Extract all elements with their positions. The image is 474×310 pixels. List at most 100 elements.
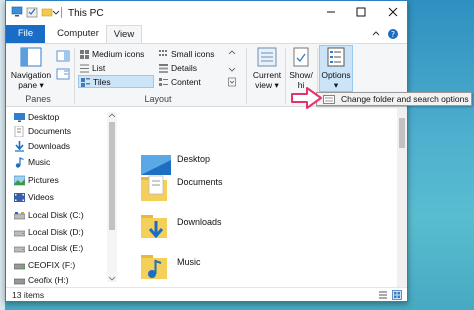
nav-item-label: Documents [28, 126, 71, 136]
options-icon [327, 47, 345, 67]
navigation-pane: Desktop Documents Downloads Music Pictur… [6, 108, 119, 287]
navigation-pane-icon [20, 47, 42, 67]
details-view-icon[interactable] [378, 290, 388, 300]
show-hide-icon [293, 47, 309, 67]
nav-item-desktop[interactable]: Desktop [14, 111, 60, 124]
layout-content-label: Content [171, 77, 201, 87]
nav-item-local-disk-c[interactable]: Local Disk (C:) [14, 209, 84, 222]
show-hide-label: Show/ [289, 70, 313, 80]
layout-content[interactable]: Content [157, 76, 225, 89]
nav-scrollbar[interactable] [107, 112, 117, 282]
window-title: This PC [68, 8, 104, 19]
layout-list-label: List [92, 63, 106, 73]
layout-small-icons-label: Small icons [171, 49, 215, 59]
tile-downloads[interactable]: Downloads [141, 213, 341, 249]
nav-item-label: Local Disk (C:) [28, 210, 84, 220]
show-hide-button[interactable]: Show/ hi [286, 46, 316, 90]
collapse-ribbon-icon[interactable] [371, 29, 381, 39]
nav-item-label: Pictures [28, 175, 59, 185]
ribbon-tabs: File Computer View ? [6, 25, 407, 43]
status-bar: 13 items [6, 287, 407, 301]
maximize-icon[interactable] [354, 5, 368, 19]
medium-icons-icon [80, 50, 89, 59]
nav-item-ceofix-f[interactable]: CEOFIX (F:) [14, 259, 76, 272]
options-dropdown-menu: Change folder and search options [316, 92, 472, 106]
nav-item-label: CEOFIX (F:) [28, 260, 76, 270]
layout-details[interactable]: Details [157, 62, 225, 75]
options-button[interactable]: Options ▾ [319, 45, 353, 92]
tile-music[interactable]: Music [141, 253, 341, 289]
downloads-icon [15, 141, 24, 152]
navigation-pane-label: Navigation [10, 70, 52, 80]
nav-item-pictures[interactable]: Pictures [14, 174, 59, 187]
tiles-icon [81, 78, 90, 87]
music-folder-icon [141, 255, 167, 279]
options-label: Options [321, 70, 351, 80]
videos-icon [14, 193, 25, 202]
nav-item-ceofix-h[interactable]: Ceofix (H:) [14, 274, 69, 287]
svg-text:?: ? [391, 30, 395, 39]
current-view-label-2: view ▾ [255, 80, 279, 90]
panes-group-label: Panes [25, 94, 51, 104]
tab-view[interactable]: View [106, 25, 142, 43]
details-icon [159, 64, 168, 73]
navigation-pane-button[interactable]: Navigation pane ▾ [9, 46, 53, 90]
tile-label: Downloads [177, 217, 222, 227]
nav-item-music[interactable]: Music [15, 156, 51, 169]
tile-documents[interactable]: Documents [141, 173, 341, 209]
layout-medium-icons[interactable]: Medium icons [78, 48, 154, 61]
tab-file[interactable]: File [6, 25, 45, 43]
nav-item-local-disk-d[interactable]: Local Disk (D:) [14, 226, 84, 239]
nav-item-local-disk-e[interactable]: Local Disk (E:) [14, 242, 84, 255]
drive-icon [14, 246, 25, 253]
small-icons-icon [159, 50, 167, 56]
preview-pane-icon[interactable] [56, 50, 70, 62]
layout-scroll-icon[interactable] [228, 48, 236, 88]
nav-item-videos[interactable]: Videos [14, 191, 54, 204]
current-view-button[interactable]: Current view ▾ [250, 46, 284, 90]
documents-icon [14, 126, 24, 137]
group-separator [74, 48, 75, 104]
content-scrollbar[interactable] [397, 108, 407, 287]
content-scrollbar-thumb[interactable] [399, 118, 405, 148]
title-bar: This PC [6, 1, 407, 25]
tile-label: Music [177, 257, 201, 267]
qat-dropdown-icon[interactable] [52, 6, 60, 18]
current-view-label: Current [252, 70, 282, 80]
nav-item-documents[interactable]: Documents [14, 125, 71, 138]
nav-item-label: Local Disk (E:) [28, 243, 84, 253]
layout-group-label: Layout [144, 94, 172, 104]
nav-item-label: Music [28, 157, 51, 167]
details-pane-icon[interactable] [56, 68, 70, 80]
properties-icon[interactable] [26, 6, 38, 18]
change-folder-options-label: Change folder and search options [341, 94, 469, 104]
tab-computer[interactable]: Computer [50, 25, 106, 43]
large-icons-view-icon[interactable] [392, 290, 402, 300]
tile-label: Desktop [177, 154, 211, 164]
close-icon[interactable] [386, 5, 400, 19]
item-count: 13 items [12, 290, 45, 300]
this-pc-icon [11, 6, 23, 17]
tile-label: Documents [177, 177, 223, 187]
file-explorer-window: This PC File Computer View ? Navigation … [5, 0, 408, 302]
layout-list[interactable]: List [78, 62, 154, 75]
nav-item-label: Ceofix (H:) [28, 275, 69, 285]
usb-drive-icon [14, 263, 25, 270]
list-icon [80, 64, 89, 73]
change-folder-options-item[interactable]: Change folder and search options [319, 94, 469, 105]
minimize-icon[interactable] [324, 5, 338, 19]
content-icon [159, 78, 168, 86]
layout-small-icons[interactable]: Small icons [157, 48, 225, 61]
drive-icon [14, 230, 25, 237]
help-icon[interactable]: ? [387, 28, 399, 40]
options-dropdown-arrow: ▾ [333, 80, 339, 90]
nav-item-label: Desktop [28, 112, 60, 122]
documents-folder-icon [141, 175, 167, 201]
folder-options-icon [323, 95, 335, 104]
layout-tiles[interactable]: Tiles [78, 75, 154, 88]
annotation-arrow-icon [291, 87, 322, 109]
music-icon [15, 157, 24, 168]
nav-item-label: Downloads [28, 141, 71, 151]
nav-item-downloads[interactable]: Downloads [15, 140, 71, 153]
nav-item-label: Videos [28, 192, 54, 202]
